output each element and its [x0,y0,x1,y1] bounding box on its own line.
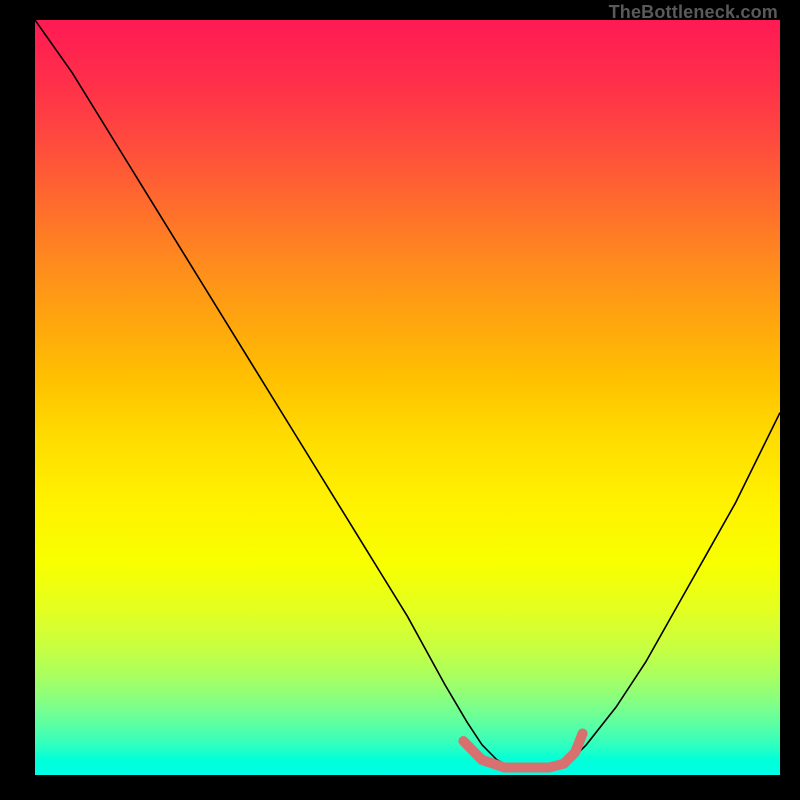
bottleneck-curve [35,20,780,769]
chart-plot-area [35,20,780,775]
attribution-text: TheBottleneck.com [609,2,778,23]
sweet-spot-marker [463,733,582,767]
chart-container: TheBottleneck.com [0,0,800,800]
chart-svg [35,20,780,775]
